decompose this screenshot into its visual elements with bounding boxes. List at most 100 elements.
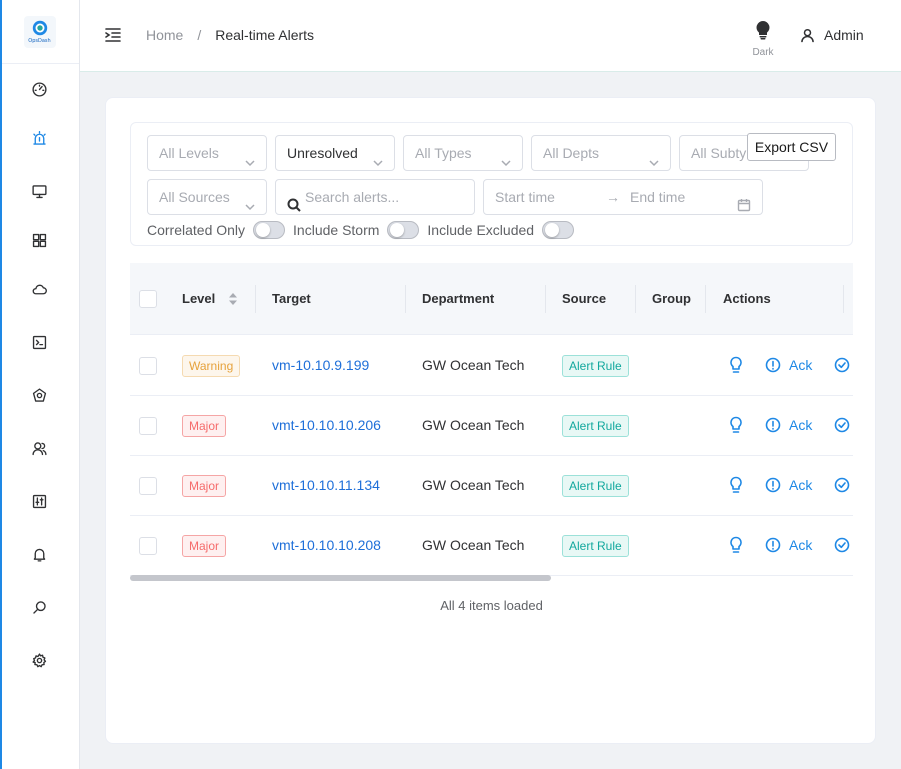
column-header-department: Department	[422, 291, 495, 306]
row-checkbox[interactable]	[139, 477, 157, 495]
breadcrumb-home[interactable]: Home	[146, 27, 183, 43]
include-storm-label: Include Storm	[293, 222, 380, 238]
nav-monitor[interactable]	[0, 171, 78, 211]
select-all-checkbox[interactable]	[139, 290, 157, 308]
target-link[interactable]: vmt-10.10.10.208	[272, 537, 381, 553]
correlated-only-switch[interactable]	[253, 221, 286, 239]
resolve-check-icon[interactable]	[834, 476, 850, 494]
nav-terminal[interactable]	[0, 322, 78, 362]
lightbulb-icon[interactable]	[728, 476, 744, 494]
theme-label: Dark	[752, 47, 774, 58]
correlated-only-label: Correlated Only	[147, 222, 246, 238]
ack-button[interactable]: Ack	[789, 417, 812, 433]
user-name: Admin	[824, 27, 864, 43]
lightbulb-icon[interactable]	[728, 416, 744, 434]
dept-select-value: All Depts	[543, 145, 600, 161]
table-row[interactable]: Major vmt-10.10.11.134 GW Ocean Tech Ale…	[130, 456, 853, 516]
nav-notifications[interactable]	[0, 534, 78, 574]
info-circle-icon[interactable]	[765, 476, 781, 494]
target-link[interactable]: vmt-10.10.11.134	[272, 477, 380, 493]
lightbulb-icon[interactable]	[728, 536, 744, 554]
start-time-input[interactable]: Start time	[495, 180, 555, 214]
column-header-level[interactable]: Level	[182, 263, 215, 335]
lightbulb-icon[interactable]	[728, 356, 744, 374]
users-icon	[31, 441, 47, 455]
switch-row: Correlated Only Include Storm Include Ex…	[147, 221, 582, 239]
nav-settings[interactable]	[0, 640, 78, 680]
info-circle-icon[interactable]	[765, 356, 781, 374]
column-divider	[545, 285, 546, 313]
table-header: Level Target Department Source Group Act…	[130, 263, 853, 335]
sort-icon[interactable]	[228, 292, 238, 306]
nav-apps[interactable]	[0, 220, 78, 260]
chevron-down-icon	[244, 191, 256, 211]
export-csv-button[interactable]: Export CSV	[747, 133, 836, 161]
target-link[interactable]: vm-10.10.9.199	[272, 357, 369, 373]
include-excluded-switch[interactable]	[542, 221, 575, 239]
nav-search[interactable]	[0, 587, 78, 627]
department-cell: GW Ocean Tech	[422, 357, 525, 373]
app-logo[interactable]: OpsDash	[23, 15, 56, 48]
table-row[interactable]: Major vmt-10.10.10.206 GW Ocean Tech Ale…	[130, 396, 853, 456]
search-icon	[287, 190, 301, 212]
chevron-down-icon	[372, 147, 384, 167]
breadcrumb: Home / Real-time Alerts	[146, 27, 314, 43]
logo-icon	[32, 20, 47, 36]
level-select[interactable]: All Levels	[147, 135, 267, 171]
row-checkbox[interactable]	[139, 417, 157, 435]
resolve-check-icon[interactable]	[834, 356, 850, 374]
source-tag: Alert Rule	[562, 535, 629, 557]
resolve-check-icon[interactable]	[834, 536, 850, 554]
nav-users[interactable]	[0, 428, 78, 468]
ack-button[interactable]: Ack	[789, 537, 812, 553]
grid-apps-icon	[32, 233, 46, 247]
table-row[interactable]: Warning vm-10.10.9.199 GW Ocean Tech Ale…	[130, 336, 853, 396]
status-select[interactable]: Unresolved	[275, 135, 395, 171]
dept-select[interactable]: All Depts	[531, 135, 671, 171]
include-storm-switch[interactable]	[387, 221, 420, 239]
column-header-group: Group	[652, 291, 691, 306]
resolve-check-icon[interactable]	[834, 416, 850, 434]
column-divider	[255, 285, 256, 313]
filter-panel: All Levels Unresolved All Types All Dept…	[130, 122, 853, 246]
source-select-value: All Sources	[159, 189, 230, 205]
nav-alerts[interactable]	[0, 118, 78, 158]
nav-cloud[interactable]	[0, 269, 78, 309]
target-link[interactable]: vmt-10.10.10.206	[272, 417, 381, 433]
ack-button[interactable]: Ack	[789, 477, 812, 493]
row-checkbox[interactable]	[139, 537, 157, 555]
theme-toggle-button[interactable]: Dark	[744, 20, 782, 58]
date-range-picker[interactable]: Start time → End time	[483, 179, 763, 215]
column-divider	[705, 285, 706, 313]
breadcrumb-current: Real-time Alerts	[215, 27, 315, 43]
user-icon	[801, 28, 814, 42]
source-select[interactable]: All Sources	[147, 179, 267, 215]
horizontal-scrollbar[interactable]	[130, 575, 551, 581]
sidebar: OpsDash	[0, 0, 80, 769]
end-time-input[interactable]: End time	[630, 180, 685, 214]
level-tag: Major	[182, 535, 227, 557]
search-input[interactable]: Search alerts...	[275, 179, 475, 215]
terminal-icon	[32, 335, 46, 349]
source-tag: Alert Rule	[562, 475, 629, 497]
nav-tools[interactable]	[0, 481, 78, 521]
type-select[interactable]: All Types	[403, 135, 523, 171]
source-tag: Alert Rule	[562, 355, 629, 377]
sidebar-collapse-button[interactable]	[104, 26, 122, 44]
level-tag: Major	[182, 415, 227, 437]
table-row[interactable]: Major vmt-10.10.10.208 GW Ocean Tech Ale…	[130, 516, 853, 576]
nav-cluster[interactable]	[0, 375, 78, 415]
gear-icon	[31, 652, 46, 667]
row-checkbox[interactable]	[139, 357, 157, 375]
nav-dashboard[interactable]	[0, 69, 78, 109]
bell-icon	[33, 548, 45, 562]
info-circle-icon[interactable]	[765, 536, 781, 554]
info-circle-icon[interactable]	[765, 416, 781, 434]
column-header-actions: Actions	[723, 291, 771, 306]
lightbulb-icon	[756, 21, 770, 40]
ack-button[interactable]: Ack	[789, 357, 812, 373]
user-menu[interactable]: Admin	[800, 27, 864, 43]
logo-area: OpsDash	[0, 0, 79, 64]
status-select-value: Unresolved	[287, 145, 358, 161]
level-tag: Major	[182, 475, 227, 497]
